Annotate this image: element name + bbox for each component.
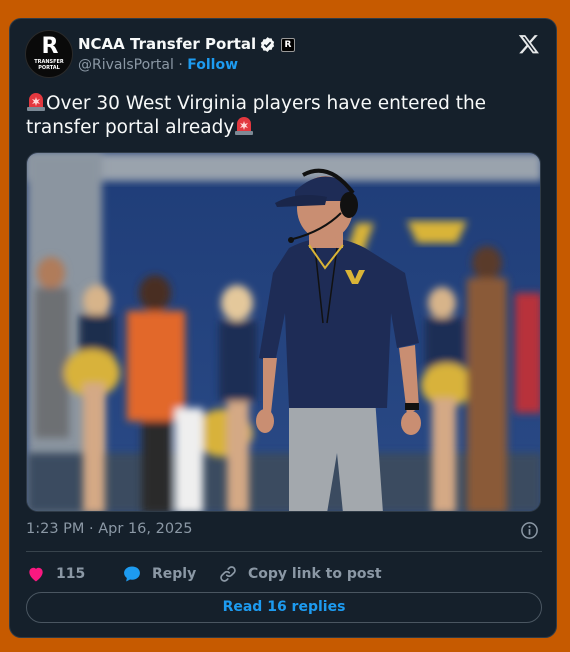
author-name[interactable]: NCAA Transfer Portal xyxy=(78,35,256,53)
timestamp[interactable]: 1:23 PM · Apr 16, 2025 xyxy=(26,521,193,537)
verified-badge-icon xyxy=(260,37,275,52)
tweet-card: R TRANSFER PORTAL NCAA Transfer Portal R… xyxy=(9,18,557,638)
avatar-subtext: TRANSFER PORTAL xyxy=(34,59,64,71)
info-icon[interactable] xyxy=(520,521,539,540)
avatar-letter: R xyxy=(41,34,59,59)
link-icon xyxy=(220,566,236,582)
separator: · xyxy=(178,57,183,73)
copy-link-button[interactable]: Copy link to post xyxy=(218,562,382,586)
read-replies-button[interactable]: Read 16 replies xyxy=(26,592,542,623)
like-count: 115 xyxy=(56,566,86,582)
tweet-photo[interactable] xyxy=(26,152,541,512)
divider xyxy=(26,551,542,552)
like-button[interactable]: 115 xyxy=(26,562,85,586)
avatar[interactable]: R TRANSFER PORTAL xyxy=(25,30,73,78)
action-bar: 115 Reply Copy link to post xyxy=(26,562,542,586)
rivals-affiliate-badge-icon: R xyxy=(281,38,295,52)
speech-bubble-icon xyxy=(124,566,140,582)
x-logo-icon[interactable] xyxy=(518,33,540,55)
handle[interactable]: @RivalsPortal xyxy=(78,57,174,73)
heart-icon xyxy=(29,567,43,582)
copy-link-label: Copy link to post xyxy=(248,566,382,582)
follow-button[interactable]: Follow xyxy=(187,57,238,73)
police-siren-emoji xyxy=(27,93,45,111)
reply-label: Reply xyxy=(152,566,197,582)
tweet-text: Over 30 West Virginia players have enter… xyxy=(26,92,546,140)
police-siren-emoji xyxy=(235,117,254,135)
tweet-body: Over 30 West Virginia players have enter… xyxy=(26,93,487,138)
coach-photo-image xyxy=(27,153,540,511)
reply-button[interactable]: Reply xyxy=(122,562,196,586)
handle-line: @RivalsPortal · Follow xyxy=(78,57,238,73)
